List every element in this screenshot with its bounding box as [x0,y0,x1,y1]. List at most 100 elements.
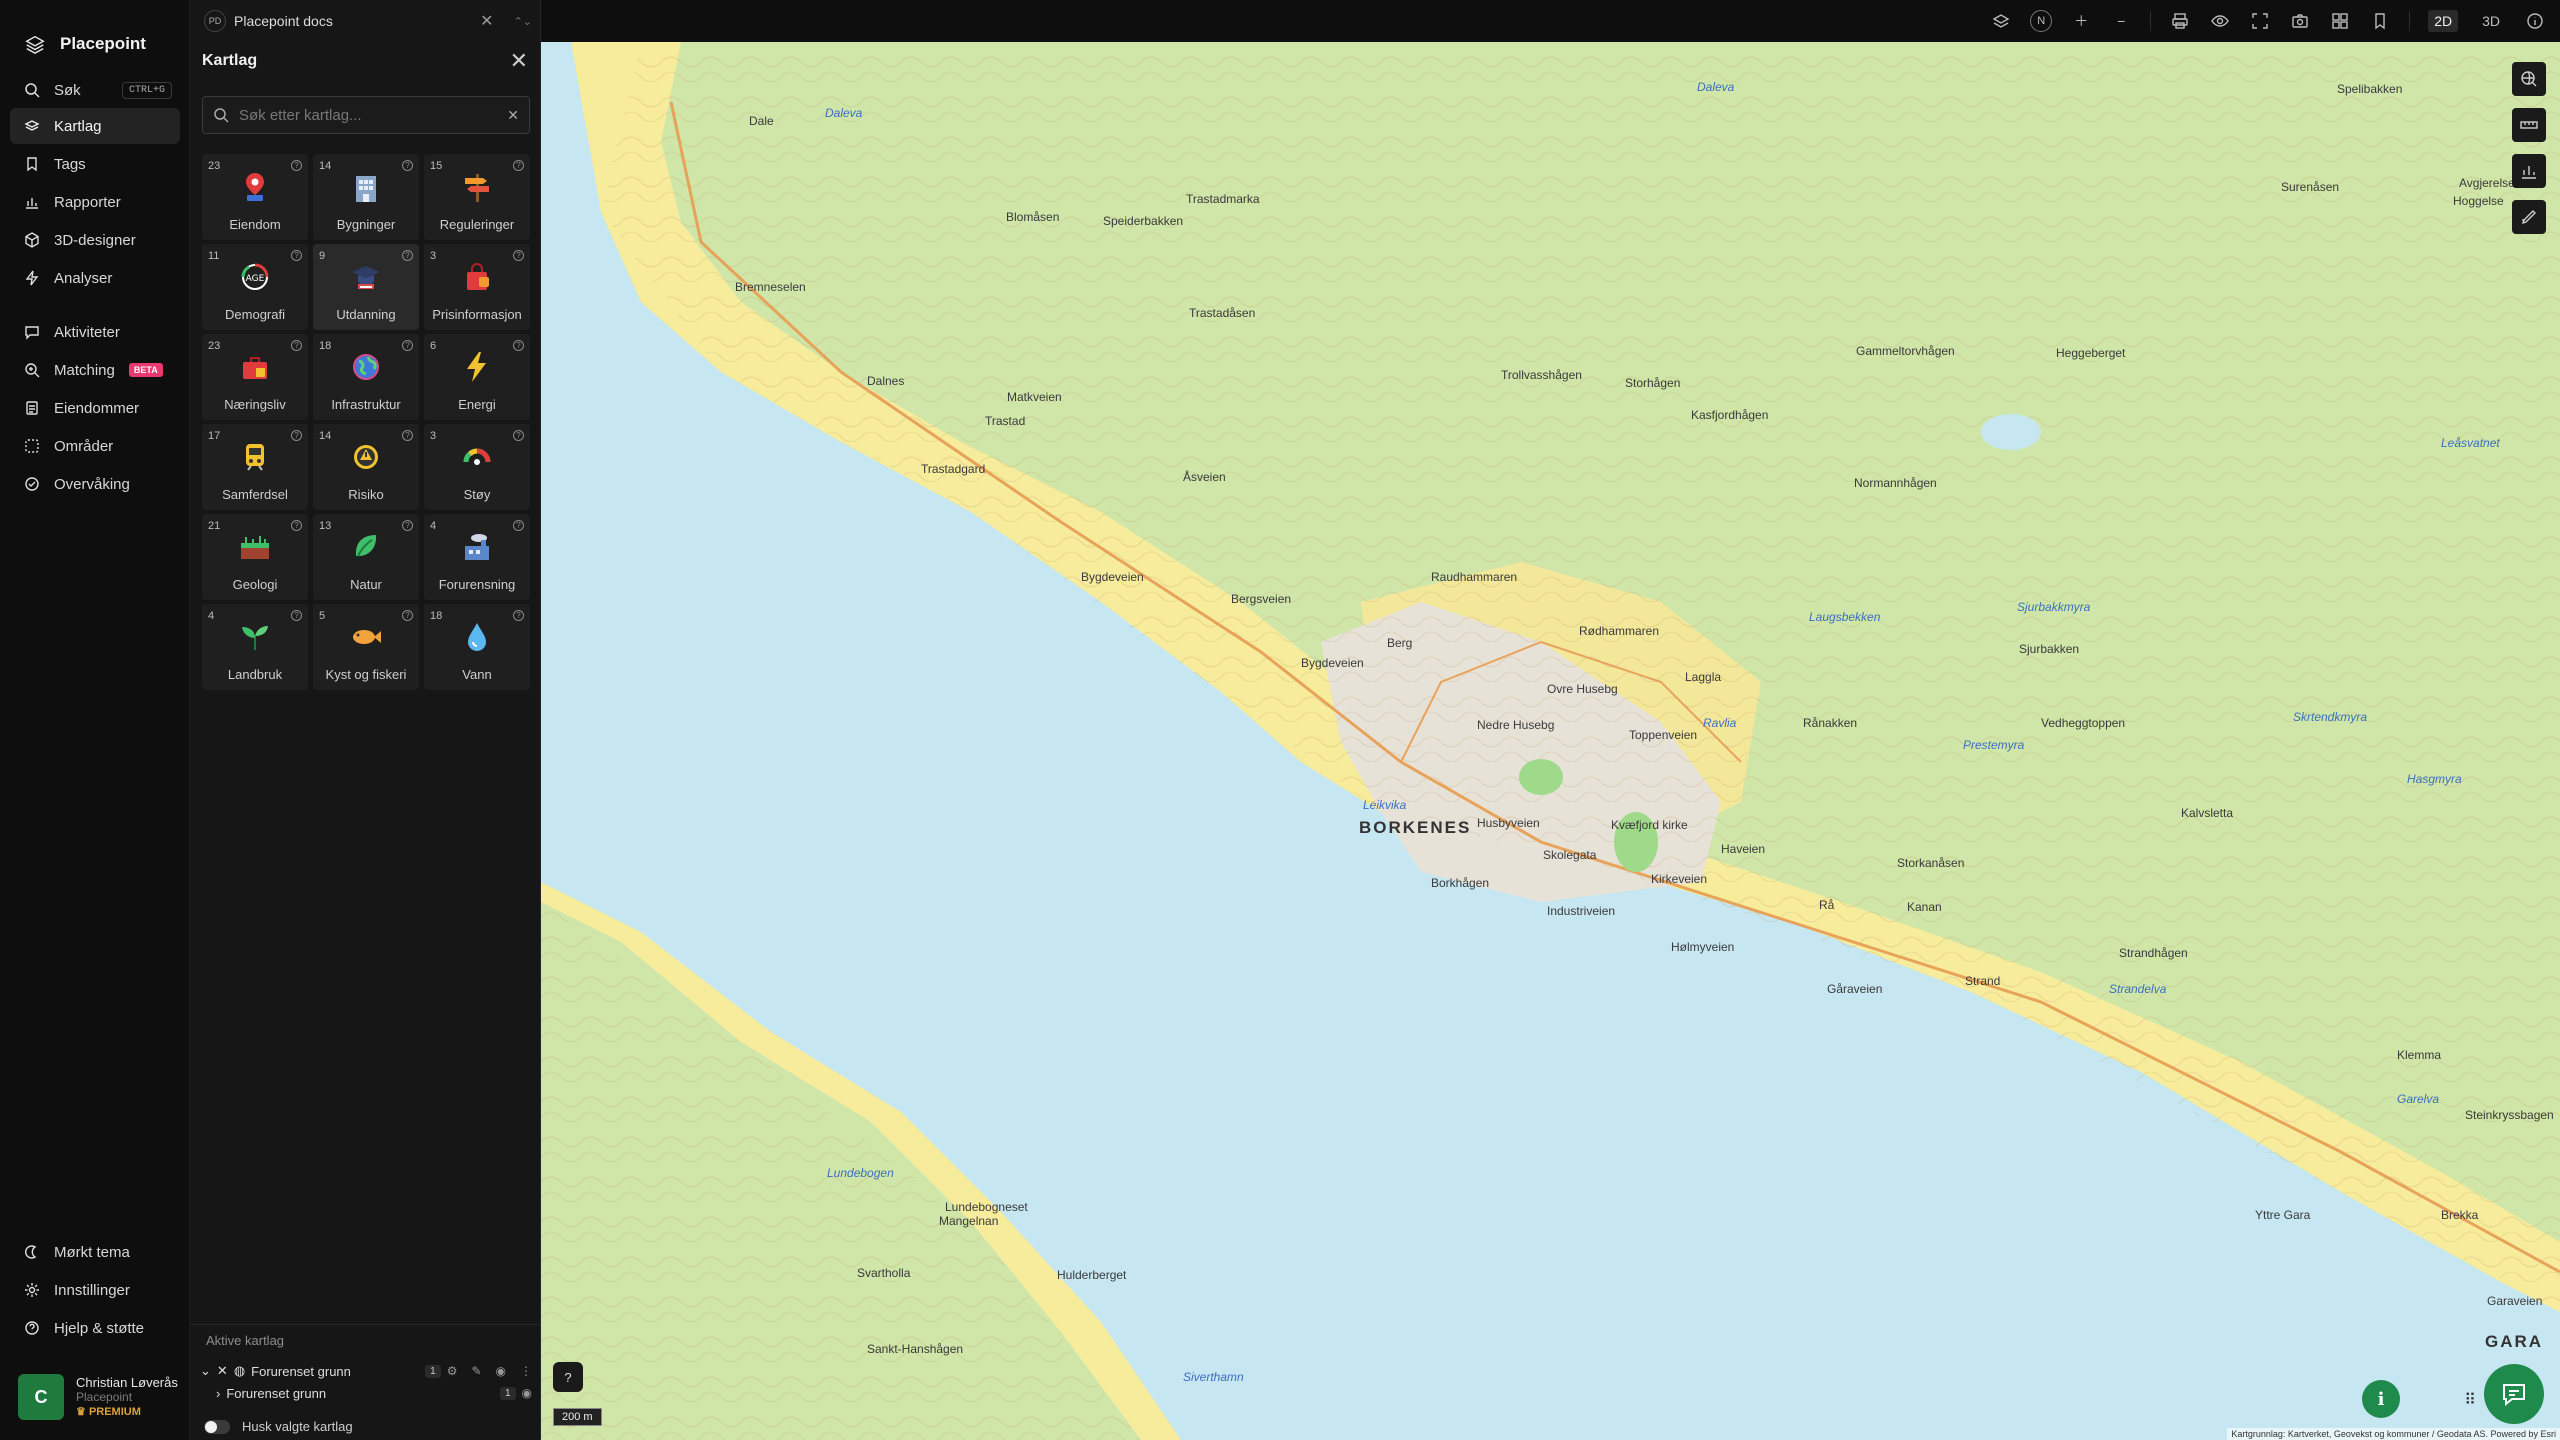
drag-handle-icon[interactable]: ⠿ [2464,1390,2478,1410]
nav-item-reports[interactable]: Rapporter [10,184,180,220]
info-button[interactable]: i [2362,1380,2400,1418]
eye-icon[interactable]: ◉ [522,1386,532,1400]
category-tile-risiko[interactable]: 14 ? Risiko [313,424,419,510]
info-icon[interactable]: ? [402,430,413,441]
nav-item-kartlag[interactable]: Kartlag [10,108,180,144]
map-label: Blomåsen [1006,210,1060,224]
camera-icon[interactable] [2289,10,2311,32]
nav-item-help[interactable]: Hjelp & støtte [10,1310,180,1346]
eye-icon[interactable] [2209,10,2231,32]
chart-icon[interactable] [2512,154,2546,188]
info-icon[interactable]: ? [402,160,413,171]
map-label: Toppenveien [1629,728,1698,742]
map-canvas[interactable]: Dale Daleva Daleva Spelibakken Surenåsen… [541,42,2560,1440]
category-tile-eiendom[interactable]: 23 ? Eiendom [202,154,308,240]
info-icon[interactable]: ? [291,340,302,351]
nav-label: 3D-designer [54,231,136,249]
category-tile-geologi[interactable]: 21 ? Geologi [202,514,308,600]
close-doc-icon[interactable]: ✕ [480,11,493,31]
grid-icon[interactable] [2329,10,2351,32]
document-tab[interactable]: PD Placepoint docs ✕ ⌃⌄ [204,10,532,32]
category-tile-natur[interactable]: 13 ? Natur [313,514,419,600]
category-tile-infrastruktur[interactable]: 18 ? Infrastruktur [313,334,419,420]
ruler-icon[interactable] [2512,108,2546,142]
category-tile-kyst-og-fiskeri[interactable]: 5 ? Kyst og fiskeri [313,604,419,690]
divider [2150,11,2152,31]
category-tile-utdanning[interactable]: 9 ? Utdanning [313,244,419,330]
category-tile-stoy[interactable]: 3 ? Støy [424,424,530,510]
category-tile-bygninger[interactable]: 14 ? Bygninger [313,154,419,240]
bookmark-icon[interactable] [2369,10,2391,32]
nav-item-settings[interactable]: Innstillinger [10,1272,180,1308]
search-input[interactable] [239,106,498,124]
nav-item-areas[interactable]: Områder [10,428,180,464]
user-org: Placepoint [76,1389,133,1404]
chat-button[interactable] [2484,1364,2544,1424]
info-icon[interactable]: ? [402,340,413,351]
nav-item-3d-designer[interactable]: 3D-designer [10,222,180,258]
nav-item-activities[interactable]: Aktiviteter [10,314,180,350]
info-icon[interactable]: ? [291,250,302,261]
info-icon[interactable]: ? [291,520,302,531]
nav-item-matching[interactable]: Matching BETA [10,352,180,388]
settings-icon[interactable]: ⚙ [447,1364,458,1378]
zoom-out-icon[interactable]: − [2110,10,2132,32]
info-icon[interactable]: ? [402,610,413,621]
category-tile-samferdsel[interactable]: 17 ? Samferdsel [202,424,308,510]
info-icon[interactable]: ? [513,160,524,171]
layers-stack-icon[interactable] [1990,10,2012,32]
nav-item-monitoring[interactable]: Overvåking [10,466,180,502]
nav-item-search[interactable]: Søk CTRL+G [10,72,180,108]
fullscreen-icon[interactable] [2249,10,2271,32]
info-icon[interactable]: ? [513,340,524,351]
nav-item-analyses[interactable]: Analyser [10,260,180,296]
mode-3d-button[interactable]: 3D [2476,10,2506,32]
chevron-right-icon[interactable]: › [216,1386,220,1401]
nav-item-properties[interactable]: Eiendommer [10,390,180,426]
info-icon[interactable]: ? [291,160,302,171]
layer-count: 4 [430,520,437,532]
remember-toggle[interactable] [204,1419,230,1434]
category-tile-landbruk[interactable]: 4 ? Landbruk [202,604,308,690]
user-profile[interactable]: C Christian Løverås Placepoint ♛ PREMIUM [18,1374,178,1420]
chevron-updown-icon[interactable]: ⌃⌄ [514,15,532,28]
edit-icon[interactable]: ✎ [471,1364,481,1378]
nav-item-dark-theme[interactable]: Mørkt tema [10,1234,180,1270]
map-help-icon[interactable]: ? [553,1362,583,1392]
remove-icon[interactable]: ✕ [217,1363,228,1379]
category-tile-prisinformasjon[interactable]: 3 ? Prisinformasjon [424,244,530,330]
more-vertical-icon[interactable]: ⋮ [520,1364,532,1378]
category-tile-demografi[interactable]: 11 ? AGE Demografi [202,244,308,330]
print-icon[interactable] [2169,10,2191,32]
info-circle-icon[interactable] [2524,10,2546,32]
active-layer-child[interactable]: › Forurenset grunn 1 ◉ [190,1382,540,1404]
globe-search-icon[interactable] [2512,62,2546,96]
zoom-in-icon[interactable]: ＋ [2070,10,2092,32]
category-tile-reguleringer[interactable]: 15 ? Reguleringer [424,154,530,240]
eye-icon[interactable]: ◉ [496,1364,506,1378]
category-tile-forurensning[interactable]: 4 ? Forurensning [424,514,530,600]
mode-2d-button[interactable]: 2D [2428,10,2459,32]
north-arrow-icon[interactable]: N [2030,10,2053,32]
close-icon[interactable]: ✕ [510,48,528,74]
active-layer-group[interactable]: ⌄ ✕ ◍ Forurenset grunn 1 ⚙ ✎ ◉ ⋮ [190,1360,540,1382]
clear-search-icon[interactable]: ✕ [507,107,519,124]
info-icon[interactable]: ? [402,250,413,261]
category-tile-energi[interactable]: 6 ? Energi [424,334,530,420]
info-icon[interactable]: ? [291,610,302,621]
brand[interactable]: Placepoint [0,0,189,66]
info-icon[interactable]: ? [513,430,524,441]
info-icon[interactable]: ? [402,520,413,531]
info-icon[interactable]: ? [291,430,302,441]
info-icon[interactable]: ? [513,520,524,531]
category-tile-vann[interactable]: 18 ? Vann [424,604,530,690]
draw-icon[interactable] [2512,200,2546,234]
signpost-icon [460,170,494,204]
info-icon[interactable]: ? [513,250,524,261]
category-tile-naeringsliv[interactable]: 23 ? Næringsliv [202,334,308,420]
chevron-down-icon[interactable]: ⌄ [200,1363,211,1379]
info-icon[interactable]: ? [513,610,524,621]
map-label: Rødhammaren [1579,624,1660,638]
remember-layers[interactable]: Husk valgte kartlag [204,1419,353,1434]
nav-item-tags[interactable]: Tags [10,146,180,182]
